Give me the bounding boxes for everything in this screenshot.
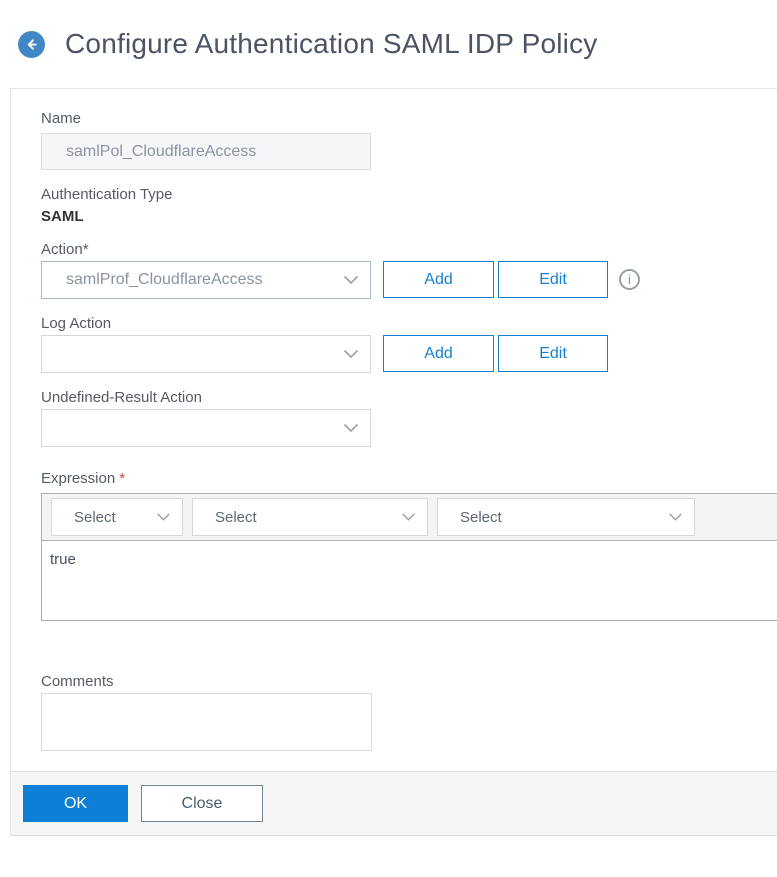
expression-operator-select-2[interactable]: Select [192,498,428,536]
expression-label: Expression * [41,470,777,487]
undefined-result-action-label: Undefined-Result Action [41,389,202,406]
name-label: Name [41,110,82,127]
authentication-type-label: Authentication Type [41,186,173,203]
chevron-down-icon [343,349,359,359]
back-button[interactable] [18,30,45,58]
expression-required-mark: * [119,470,126,487]
close-button[interactable]: Close [141,785,263,822]
log-action-edit-button[interactable]: Edit [498,335,608,372]
log-action-row: Add Edit [41,335,777,373]
expression-label-text: Expression [41,470,116,487]
undefined-result-action-row [41,409,777,447]
expression-editor[interactable]: true [42,541,777,620]
page-title: Configure Authentication SAML IDP Policy [65,28,598,59]
form-panel: Name Authentication Type SAML Action* sa… [10,88,777,836]
info-icon[interactable]: i [619,269,640,290]
action-add-button[interactable]: Add [383,261,494,298]
action-edit-button[interactable]: Edit [498,261,608,298]
log-action-add-button[interactable]: Add [383,335,494,372]
expression-operator-select-3[interactable]: Select [437,498,695,536]
chevron-down-icon [343,275,359,285]
expression-operator-select-1[interactable]: Select [51,498,183,536]
expression-toolbar: Select Select Select [42,494,777,541]
page-header: Configure Authentication SAML IDP Policy [0,0,777,88]
configure-saml-idp-policy-page: Configure Authentication SAML IDP Policy… [0,0,777,836]
action-select-value: samlProf_CloudflareAccess [66,271,263,288]
ok-button[interactable]: OK [23,785,128,822]
arrow-left-icon [24,37,39,52]
chevron-down-icon [401,513,416,522]
comments-field[interactable] [41,693,372,751]
undefined-result-action-select[interactable] [41,409,371,447]
authentication-type-value: SAML [41,208,84,225]
chevron-down-icon [343,423,359,433]
expression-operator-select-3-value: Select [460,508,502,526]
action-row: samlProf_CloudflareAccess Add Edit i [41,261,777,299]
chevron-down-icon [668,513,683,522]
expression-operator-select-1-value: Select [74,508,116,526]
action-label: Action* [41,241,89,258]
footer-bar: OK Close [11,771,777,836]
action-select[interactable]: samlProf_CloudflareAccess [41,261,371,299]
expression-editor-body: true [42,541,777,620]
expression-builder: Select Select Select true [41,493,777,621]
expression-operator-select-2-value: Select [215,508,257,526]
policy-form: Name Authentication Type SAML Action* sa… [11,89,777,751]
chevron-down-icon [156,513,171,522]
comments-label: Comments [41,673,114,690]
log-action-label: Log Action [41,315,112,332]
log-action-select[interactable] [41,335,371,373]
name-field [41,133,371,170]
